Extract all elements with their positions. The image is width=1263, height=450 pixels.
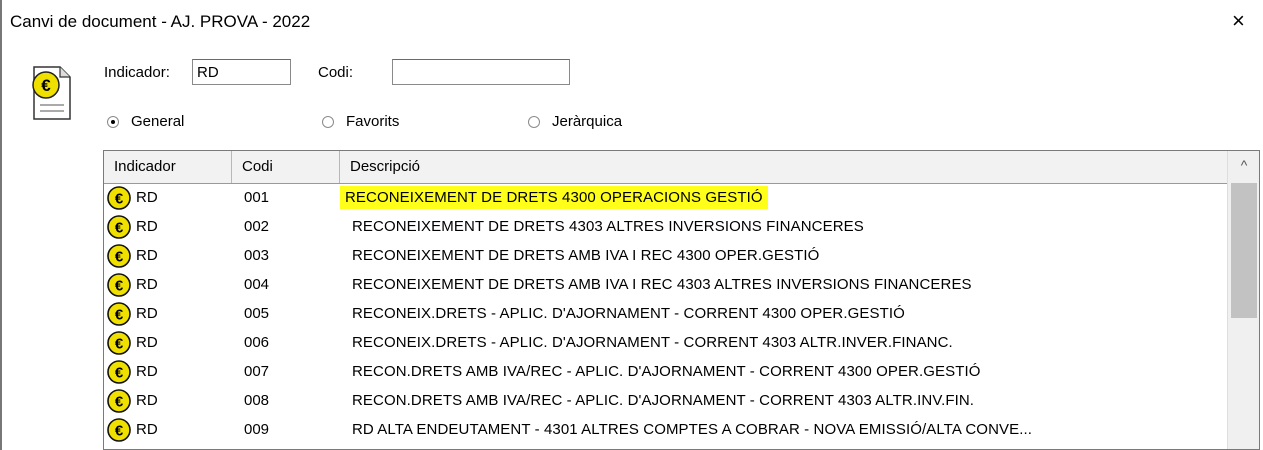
table-row[interactable]: € RD 005 RECONEIX.DRETS - APLIC. D'AJORNAME… — [104, 299, 1229, 328]
list-header: Indicador Codi Descripció — [104, 151, 1229, 184]
cell-indicador: € RD — [104, 212, 158, 241]
cell-descripcio: RECONEIXEMENT DE DRETS 4300 OPERACIONS G… — [340, 186, 768, 209]
cell-indicador: € RD — [104, 241, 158, 270]
indicador-text: RD — [136, 218, 158, 235]
cell-indicador: € RD — [104, 299, 158, 328]
vertical-scrollbar[interactable]: ^ — [1227, 151, 1259, 449]
indicador-text: RD — [136, 363, 158, 380]
cell-codi: 003 — [244, 247, 270, 264]
column-header-descripcio[interactable]: Descripció — [340, 151, 1229, 183]
svg-text:€: € — [115, 306, 124, 323]
cell-descripcio: RECON.DRETS AMB IVA/REC - APLIC. D'AJORN… — [352, 392, 975, 409]
euro-document-icon: € — [32, 66, 71, 120]
euro-icon: € — [107, 243, 131, 268]
column-header-indicador[interactable]: Indicador — [104, 151, 232, 183]
cell-codi: 001 — [244, 189, 270, 206]
window-left-border — [0, 0, 2, 450]
cell-codi: 008 — [244, 392, 270, 409]
radio-general-indicator[interactable] — [107, 115, 119, 128]
indicador-text: RD — [136, 392, 158, 409]
cell-indicador: € RD — [104, 357, 158, 386]
radio-favorits[interactable]: Favorits — [322, 113, 399, 130]
codi-label: Codi: — [318, 64, 354, 81]
cell-indicador: € RD — [104, 270, 158, 299]
table-row[interactable]: € RD 009 RD ALTA ENDEUTAMENT - 4301 ALTRES … — [104, 415, 1229, 444]
cell-indicador: € RD — [104, 415, 158, 444]
codi-input[interactable] — [392, 59, 570, 85]
table-row[interactable]: € RD 003 RECONEIXEMENT DE DRETS AMB IVA I R… — [104, 241, 1229, 270]
scrollbar-thumb[interactable] — [1231, 183, 1257, 318]
euro-icon: € — [107, 330, 131, 355]
svg-text:€: € — [115, 335, 124, 352]
euro-icon: € — [107, 417, 131, 442]
cell-descripcio: RECONEIXEMENT DE DRETS AMB IVA I REC 430… — [352, 276, 972, 293]
cell-descripcio: RD ALTA ENDEUTAMENT - 4301 ALTRES COMPTE… — [352, 421, 1033, 438]
column-header-codi[interactable]: Codi — [232, 151, 340, 183]
euro-icon: € — [107, 214, 131, 239]
svg-text:€: € — [115, 248, 124, 265]
table-row[interactable]: € RD 008 RECON.DRETS AMB IVA/REC - APLIC. D… — [104, 386, 1229, 415]
indicador-text: RD — [136, 421, 158, 438]
radio-jerarquica[interactable]: Jeràrquica — [528, 113, 622, 130]
list-rows: € RD 001 RECONEIXEMENT DE DRETS 4300 OPERAC… — [104, 183, 1229, 444]
cell-indicador: € RD — [104, 183, 158, 212]
cell-codi: 009 — [244, 421, 270, 438]
radio-general-label: General — [131, 113, 185, 130]
cell-codi: 006 — [244, 334, 270, 351]
table-row[interactable]: € RD 002 RECONEIXEMENT DE DRETS 4303 ALTRES… — [104, 212, 1229, 241]
svg-text:€: € — [115, 219, 124, 236]
close-button[interactable]: × — [1232, 10, 1245, 32]
cell-indicador: € RD — [104, 386, 158, 415]
table-row[interactable]: € RD 007 RECON.DRETS AMB IVA/REC - APLIC. D… — [104, 357, 1229, 386]
cell-descripcio: RECONEIXEMENT DE DRETS AMB IVA I REC 430… — [352, 247, 820, 264]
radio-general[interactable]: General — [107, 113, 184, 130]
euro-icon: € — [107, 359, 131, 384]
cell-codi: 005 — [244, 305, 270, 322]
cell-codi: 007 — [244, 363, 270, 380]
window-title: Canvi de document - AJ. PROVA - 2022 — [10, 12, 311, 31]
radio-favorits-indicator[interactable] — [322, 115, 334, 128]
cell-descripcio: RECONEIXEMENT DE DRETS 4303 ALTRES INVER… — [352, 218, 864, 235]
table-row[interactable]: € RD 001 RECONEIXEMENT DE DRETS 4300 OPERAC… — [104, 183, 1229, 212]
cell-indicador: € RD — [104, 328, 158, 357]
table-row[interactable]: € RD 004 RECONEIXEMENT DE DRETS AMB IVA I R… — [104, 270, 1229, 299]
radio-jerarquica-indicator[interactable] — [528, 115, 540, 128]
euro-icon: € — [107, 388, 131, 413]
svg-text:€: € — [115, 422, 124, 439]
indicador-text: RD — [136, 305, 158, 322]
svg-text:€: € — [115, 277, 124, 294]
indicador-label: Indicador: — [104, 64, 170, 81]
indicador-input[interactable] — [192, 59, 291, 85]
radio-favorits-label: Favorits — [346, 113, 400, 130]
indicador-text: RD — [136, 276, 158, 293]
cell-descripcio: RECON.DRETS AMB IVA/REC - APLIC. D'AJORN… — [352, 363, 981, 380]
cell-codi: 004 — [244, 276, 270, 293]
chevron-up-icon[interactable]: ^ — [1228, 157, 1259, 173]
radio-jerarquica-label: Jeràrquica — [552, 113, 623, 130]
svg-text:€: € — [115, 393, 124, 410]
indicador-text: RD — [136, 247, 158, 264]
table-row[interactable]: € RD 006 RECONEIX.DRETS - APLIC. D'AJORNAME… — [104, 328, 1229, 357]
cell-codi: 002 — [244, 218, 270, 235]
cell-descripcio: RECONEIX.DRETS - APLIC. D'AJORNAMENT - C… — [352, 334, 953, 351]
svg-text:€: € — [115, 364, 124, 381]
document-list[interactable]: Indicador Codi Descripció € RD 001 RECONEIX… — [103, 150, 1260, 450]
euro-icon: € — [107, 185, 131, 210]
euro-icon: € — [107, 301, 131, 326]
euro-icon: € — [107, 272, 131, 297]
svg-text:€: € — [41, 76, 51, 95]
cell-descripcio: RECONEIX.DRETS - APLIC. D'AJORNAMENT - C… — [352, 305, 905, 322]
svg-text:€: € — [115, 190, 124, 207]
indicador-text: RD — [136, 334, 158, 351]
indicador-text: RD — [136, 189, 158, 206]
